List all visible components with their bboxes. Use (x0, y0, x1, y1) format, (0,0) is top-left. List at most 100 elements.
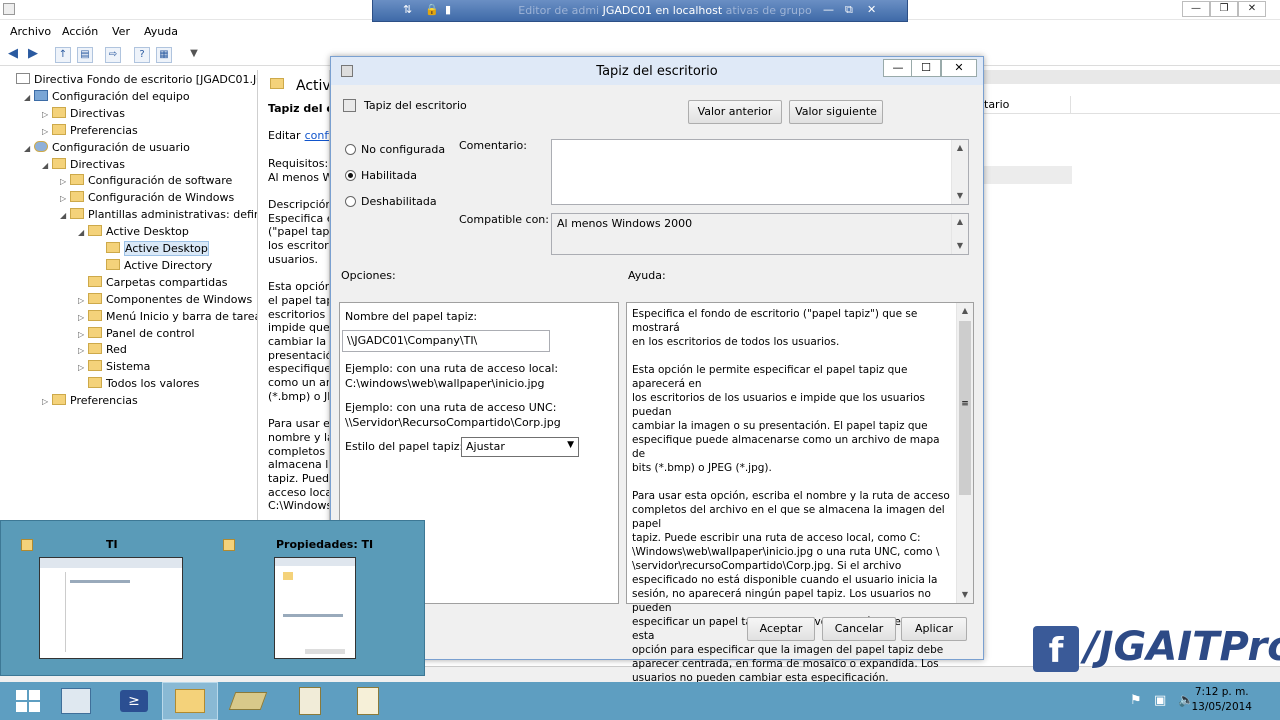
apply-button[interactable]: Aplicar (901, 617, 967, 641)
tree-item[interactable]: ◢ Configuración del equipo (24, 89, 190, 105)
radio-enabled[interactable]: Habilitada (345, 169, 417, 182)
thumb-title-ti[interactable]: TI (106, 538, 118, 551)
expander-icon[interactable]: ▷ (42, 107, 52, 123)
tree-item[interactable]: ▷ Configuración de Windows (60, 190, 234, 206)
tree-item[interactable]: Active Directory (96, 258, 212, 274)
previous-setting-button[interactable]: Valor anterior (688, 100, 782, 124)
conn-close-icon[interactable]: ✕ (867, 3, 876, 16)
server-manager-button[interactable] (48, 682, 104, 720)
tree-item[interactable]: ◢ Directivas (42, 157, 125, 173)
back-icon[interactable]: ◀ (5, 47, 21, 63)
show-tree-icon[interactable]: ▤ (77, 47, 93, 63)
tree-item-label: Configuración de usuario (52, 140, 190, 154)
export-icon[interactable]: ⇨ (105, 47, 121, 63)
expander-icon[interactable]: ◢ (24, 90, 34, 106)
folder-icon (88, 275, 102, 287)
tree-item-label: Red (106, 343, 127, 357)
thumb-title-properties[interactable]: Propiedades: TI (276, 538, 373, 551)
tree-item[interactable]: Carpetas compartidas (78, 275, 228, 291)
thumb-preview-ti[interactable] (39, 557, 183, 659)
gp-editor-button[interactable] (282, 682, 338, 720)
tree-item[interactable]: ▷ Red (78, 342, 127, 358)
flag-icon[interactable]: ⚑ (1130, 693, 1142, 708)
tree-item[interactable]: ▷ Componentes de Windows (78, 292, 252, 308)
tree-item[interactable]: ▷ Configuración de software (60, 173, 232, 189)
dialog-minimize-button[interactable]: — (883, 59, 913, 77)
forward-icon[interactable]: ▶ (25, 47, 41, 63)
expander-icon[interactable]: ▷ (78, 293, 88, 309)
explorer-icon (175, 689, 205, 713)
clock[interactable]: 7:12 p. m. 13/05/2014 (1191, 685, 1252, 715)
close-button[interactable]: ✕ (1238, 1, 1266, 17)
properties-icon[interactable]: ▦ (156, 47, 172, 63)
edit-policy-link[interactable]: confi (305, 129, 329, 142)
tree-item[interactable]: Directiva Fondo de escritorio [JGADC01.J… (6, 72, 257, 88)
gpmc-button[interactable] (220, 682, 276, 720)
up-folder-icon[interactable]: ↑ (55, 47, 71, 63)
expander-icon[interactable]: ▷ (78, 343, 88, 359)
filter-icon[interactable]: ▼ (186, 47, 202, 63)
comment-textarea[interactable]: ▲ ▼ (551, 139, 969, 205)
gp-editor-2-button[interactable] (340, 682, 396, 720)
comment-scrollbar[interactable]: ▲ ▼ (951, 140, 968, 204)
radio-disabled[interactable]: Deshabilitada (345, 195, 437, 208)
pin-icon[interactable]: ⇅ (403, 3, 412, 16)
help-scrollbar[interactable]: ▲ ≡ ▼ (956, 303, 973, 603)
column-header-comment[interactable]: tario (984, 98, 1009, 111)
tree-item[interactable]: ▷ Panel de control (78, 326, 195, 342)
compatible-label: Compatible con: (459, 213, 549, 226)
expander-icon[interactable]: ▷ (78, 360, 88, 376)
menu-accion[interactable]: Acción (62, 25, 98, 38)
description-line: tapiz. Puede (268, 471, 330, 485)
expander-icon[interactable]: ◢ (42, 158, 52, 174)
radio-not-configured[interactable]: No configurada (345, 143, 445, 156)
explorer-button[interactable] (162, 682, 218, 720)
expander-icon[interactable]: ◢ (60, 208, 70, 224)
expander-icon[interactable]: ◢ (24, 141, 34, 157)
expander-icon[interactable]: ▷ (42, 124, 52, 140)
tree-item[interactable]: ◢ Active Desktop (78, 224, 189, 240)
tree-item[interactable]: ▷ Sistema (78, 359, 150, 375)
ok-button[interactable]: Aceptar (747, 617, 815, 641)
tree-item[interactable]: ◢ Configuración de usuario (24, 140, 190, 156)
tree-item[interactable]: ▷ Preferencias (42, 393, 138, 409)
conn-minimize-icon[interactable]: — (823, 3, 834, 16)
tree-item[interactable]: ◢ Plantillas administrativas: definicion (60, 207, 257, 224)
style-dropdown[interactable]: Ajustar ▼ (461, 437, 579, 457)
list-row-highlight[interactable] (984, 166, 1072, 184)
minimize-button[interactable]: — (1182, 1, 1210, 17)
column-divider[interactable] (1070, 96, 1071, 114)
tree-item-label: Carpetas compartidas (106, 275, 228, 289)
conn-restore-icon[interactable]: ⧉ (845, 3, 853, 17)
thumb-preview-properties[interactable] (274, 557, 356, 659)
tree-item[interactable]: ▷ Directivas (42, 106, 125, 122)
dialog-close-button[interactable]: ✕ (941, 59, 977, 77)
maximize-button[interactable]: ❐ (1210, 1, 1238, 17)
expander-icon[interactable]: ▷ (42, 394, 52, 410)
tree-item[interactable]: Active Desktop (96, 241, 209, 257)
compatible-scrollbar[interactable]: ▲ ▼ (951, 214, 968, 254)
expander-icon[interactable]: ◢ (78, 225, 88, 241)
tree-item[interactable]: ▷ Menú Inicio y barra de tareas (78, 309, 257, 326)
cancel-button[interactable]: Cancelar (822, 617, 896, 641)
powershell-button[interactable]: ≥ (106, 682, 162, 720)
expander-icon[interactable]: ▷ (78, 310, 88, 326)
tree-item[interactable]: ▷ Preferencias (42, 123, 138, 139)
menu-archivo[interactable]: Archivo (10, 25, 51, 38)
tree-item-label: Directiva Fondo de escritorio [JGADC01.J… (34, 73, 257, 86)
next-setting-button[interactable]: Valor siguiente (789, 100, 883, 124)
expander-icon[interactable]: ▷ (78, 327, 88, 343)
help-panel: Especifica el fondo de escritorio ("pape… (626, 302, 974, 684)
description-line: como un arc (268, 376, 330, 389)
help-icon[interactable]: ? (134, 47, 150, 63)
expander-icon[interactable]: ▷ (60, 191, 70, 207)
help-label: Ayuda: (628, 269, 666, 282)
dialog-maximize-button[interactable]: ☐ (911, 59, 941, 77)
expander-icon[interactable]: ▷ (60, 174, 70, 190)
wallpaper-name-input[interactable]: \\JGADC01\Company\TI\ (342, 330, 550, 352)
tree-item[interactable]: Todos los valores (78, 376, 199, 392)
menu-ayuda[interactable]: Ayuda (144, 25, 178, 38)
menu-ver[interactable]: Ver (112, 25, 130, 38)
tree-item-label: Preferencias (70, 394, 138, 408)
network-icon[interactable]: ▣ (1154, 693, 1166, 708)
